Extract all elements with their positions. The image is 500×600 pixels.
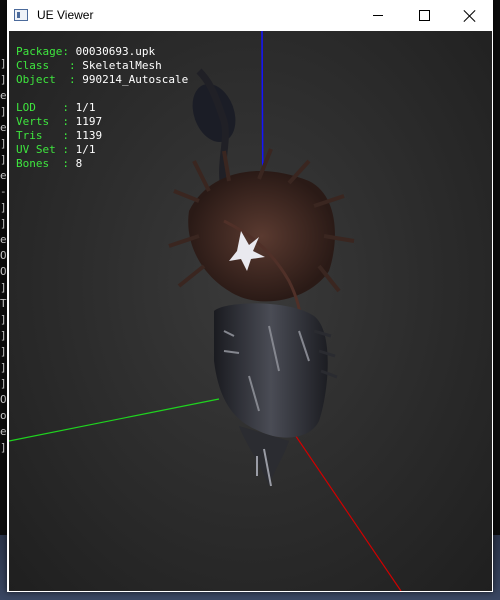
maximize-icon — [418, 10, 430, 21]
minimize-icon — [373, 15, 383, 16]
info-class: Class : SkeletalMesh — [16, 59, 162, 72]
background-console-right — [492, 0, 500, 600]
window-title: UE Viewer — [37, 8, 94, 22]
info-uvset: UV Set : 1/1 — [16, 143, 96, 156]
info-package: Package: 00030693.upk — [16, 45, 156, 58]
ue-viewer-window[interactable]: UE Viewer Package: 00030693.upk Class: … — [7, 0, 493, 592]
info-verts: Verts : 1197 — [16, 115, 103, 128]
maximize-button[interactable] — [401, 0, 447, 31]
y-axis-line — [9, 398, 220, 442]
info-lod: LOD : 1/1 — [16, 101, 96, 114]
mesh-info-overlay: Package: 00030693.upk Class : SkeletalMe… — [16, 45, 188, 171]
info-object: Object : 990214_Autoscale — [16, 73, 189, 86]
x-axis-line — [288, 425, 402, 591]
info-bones: Bones : 8 — [16, 157, 83, 170]
close-button[interactable] — [447, 0, 493, 31]
close-icon — [464, 10, 476, 22]
app-window-icon — [14, 9, 28, 21]
mesh-model — [168, 68, 355, 487]
title-bar[interactable]: UE Viewer — [7, 0, 493, 31]
3d-viewport[interactable]: Package: 00030693.upk Class : SkeletalMe… — [9, 31, 492, 591]
info-tris: Tris : 1139 — [16, 129, 103, 142]
minimize-button[interactable] — [355, 0, 401, 31]
